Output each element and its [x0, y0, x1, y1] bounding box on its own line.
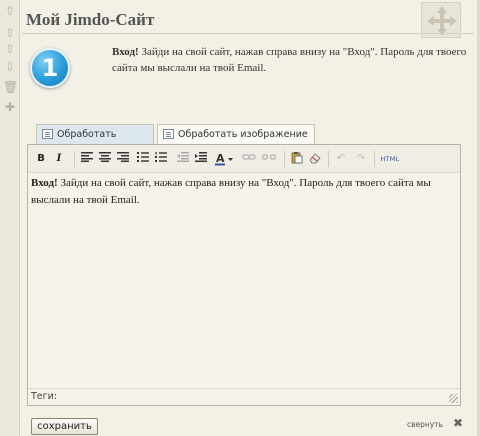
toolbar-separator	[74, 151, 75, 167]
align-left-icon[interactable]	[80, 152, 94, 166]
move-top-icon[interactable]: ⇧	[3, 26, 17, 40]
paste-icon[interactable]	[290, 152, 304, 166]
block-controls: ⇧ ⇧ ⇧ ⇩ 🗑 ✚	[0, 0, 20, 436]
redo-icon[interactable]: ↷	[354, 152, 368, 166]
unlink-icon[interactable]	[261, 152, 277, 166]
editor-lead: Вход!	[31, 177, 58, 189]
bullet-list-icon[interactable]	[136, 152, 150, 166]
toolbar-separator	[284, 151, 285, 167]
editor-body: Зайди на свой сайт, нажав справа внизу н…	[31, 177, 431, 206]
add-icon[interactable]: ✚	[3, 100, 17, 114]
indent-icon[interactable]	[194, 152, 208, 166]
bold-button[interactable]: B	[34, 152, 48, 166]
rich-text-editor[interactable]: B I A ↶ ↷ HTML Вход! Зайди на свой сайт,…	[27, 144, 461, 406]
intro-text: Вход! Зайди на свой сайт, нажав справа в…	[112, 44, 472, 76]
trash-icon[interactable]: 🗑	[3, 80, 18, 94]
tab-edit-text[interactable]: Обработать текст	[36, 124, 154, 159]
tab-edit-image-label: Обработать изображение	[178, 129, 308, 140]
move-down-icon[interactable]: ⇩	[3, 60, 17, 74]
align-right-icon[interactable]	[116, 152, 130, 166]
editor-content[interactable]: Вход! Зайди на свой сайт, нажав справа в…	[31, 175, 457, 209]
editor-toolbar: B I A ↶ ↷ HTML	[28, 145, 460, 173]
intro-lead: Вход!	[112, 46, 139, 58]
tab-edit-image[interactable]: Обработать изображение	[157, 124, 315, 144]
svg-text:A: A	[216, 152, 225, 165]
move-up-icon[interactable]: ⇧	[3, 4, 17, 18]
italic-button[interactable]: I	[52, 152, 66, 166]
align-center-icon[interactable]	[98, 152, 112, 166]
link-icon[interactable]	[242, 152, 256, 166]
tags-bar: Теги:	[28, 388, 460, 405]
tags-label: Теги:	[31, 391, 58, 402]
title-divider	[22, 33, 474, 34]
save-button[interactable]: сохранить	[31, 418, 98, 435]
resize-grip-icon[interactable]	[449, 394, 458, 403]
collapse-link[interactable]: свернуть	[407, 420, 443, 429]
toolbar-separator	[374, 151, 375, 167]
text-icon	[42, 129, 53, 139]
image-icon	[163, 129, 174, 139]
step-number-badge: 1	[30, 48, 70, 88]
clear-format-icon[interactable]	[308, 152, 322, 166]
toolbar-separator	[328, 151, 329, 167]
outdent-icon[interactable]	[176, 152, 190, 166]
page-title: Мой Jimdo-Сайт	[26, 10, 155, 29]
intro-body: Зайди на свой сайт, нажав справа внизу н…	[112, 46, 467, 74]
html-source-button[interactable]: HTML	[380, 152, 400, 166]
numbered-list-icon[interactable]	[154, 152, 168, 166]
text-color-icon[interactable]: A	[214, 152, 236, 166]
close-icon[interactable]: ✖	[453, 416, 463, 430]
move-up-small-icon[interactable]: ⇧	[3, 42, 17, 56]
undo-icon[interactable]: ↶	[334, 152, 348, 166]
